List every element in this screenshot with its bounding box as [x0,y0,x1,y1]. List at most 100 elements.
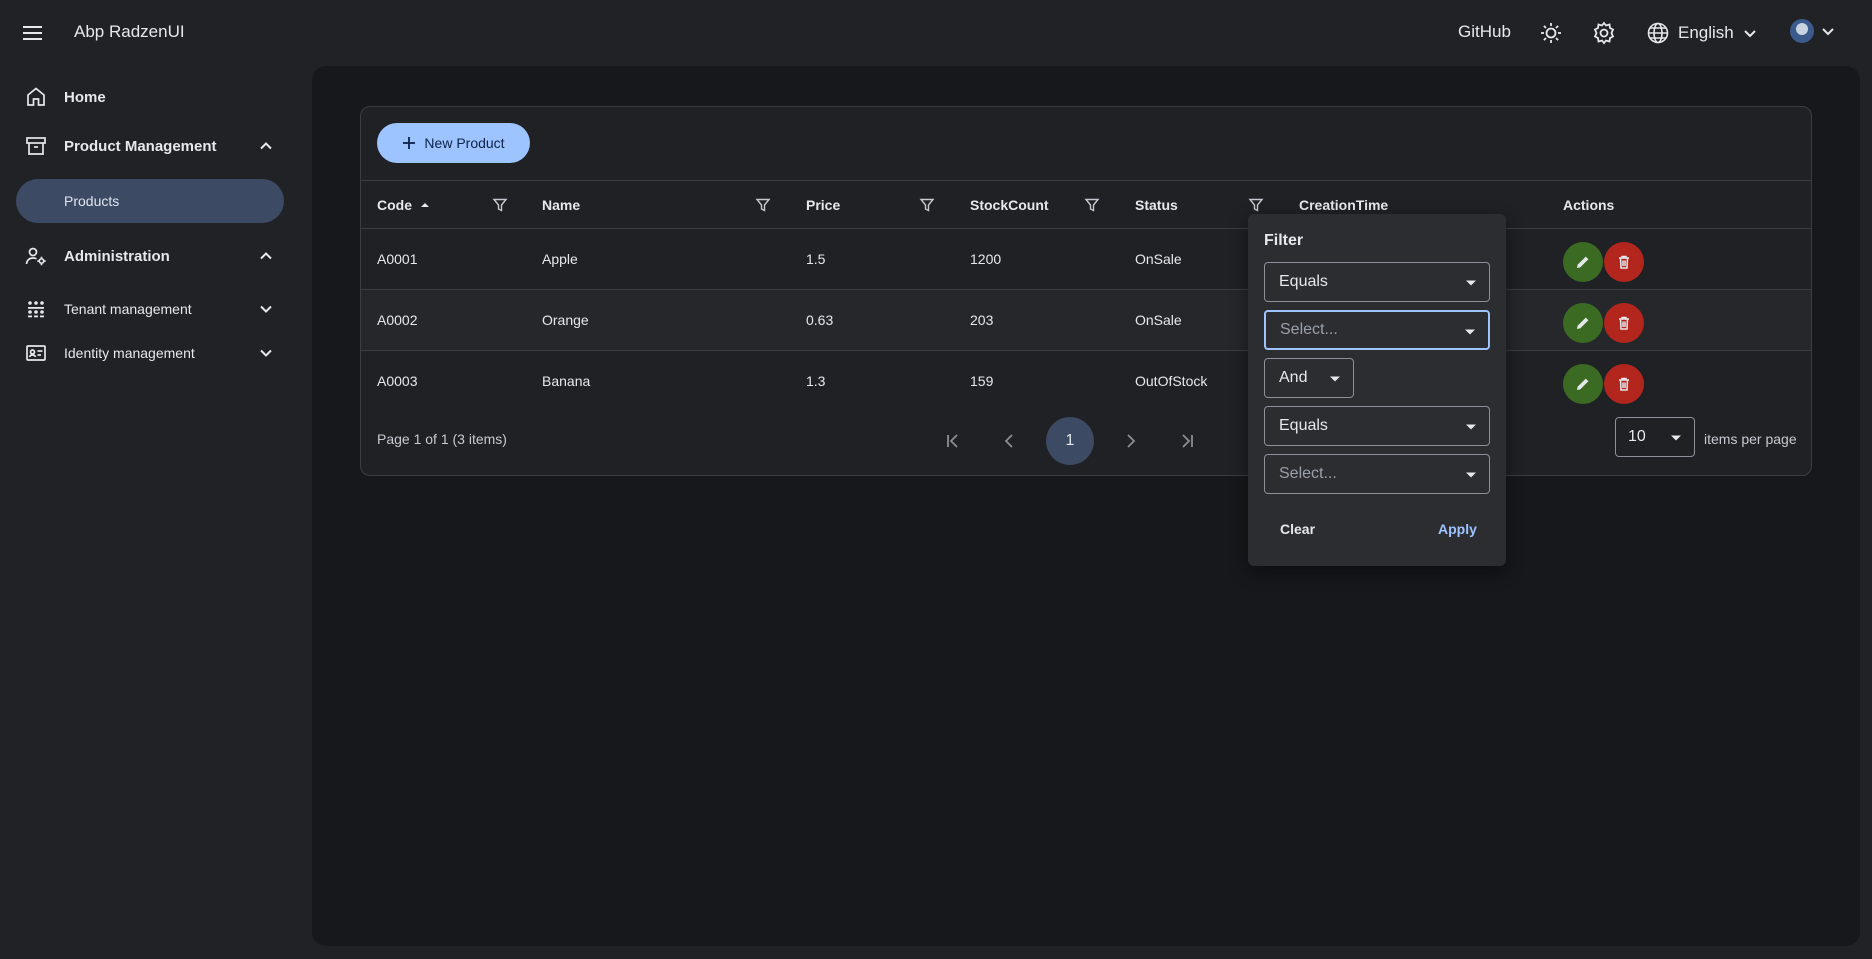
select-value: Equals [1279,273,1328,290]
column-header-price[interactable]: Price [806,181,840,229]
page-size-select[interactable]: 10 [1615,417,1695,457]
sidebar-item-label: Product Management [64,137,217,155]
select-value: Equals [1279,417,1328,434]
sidebar-item-identity-management[interactable]: Identity management [16,332,284,374]
filter-popup: Filter Equals Select... And Equals Selec… [1248,214,1506,566]
prev-page-icon[interactable] [997,429,1021,453]
edit-button[interactable] [1563,242,1603,282]
sidebar-item-products[interactable]: Products [16,179,284,223]
column-label: Status [1135,197,1178,213]
filter-value-2-select[interactable]: Select... [1264,454,1490,494]
next-page-icon[interactable] [1119,429,1143,453]
filter-icon[interactable] [492,197,508,213]
select-placeholder: Select... [1280,321,1338,338]
caret-down-icon [1465,471,1477,479]
caret-down-icon [1670,434,1682,442]
filter-title: Filter [1264,232,1304,249]
avatar [1790,19,1814,43]
chevron-down-icon [1820,23,1836,39]
cell-code: A0003 [377,373,418,389]
sidebar-item-product-management[interactable]: Product Management [16,125,284,167]
products-grid: Code Name Price StockCount Status Creati… [361,180,1811,412]
table-row[interactable]: A0001 Apple 1.5 1200 OnSale [361,229,1811,290]
column-header-code[interactable]: Code [377,181,430,229]
grid-header: Code Name Price StockCount Status Creati… [361,180,1811,229]
cell-stockcount: 1200 [970,251,1002,267]
archive-icon [24,134,48,158]
filter-icon[interactable] [755,197,771,213]
filter-icon[interactable] [1084,197,1100,213]
sidebar-item-home[interactable]: Home [16,76,284,118]
first-page-icon[interactable] [941,429,965,453]
new-product-button[interactable]: New Product [377,123,530,163]
sort-asc-icon [420,200,430,210]
column-label: Actions [1563,197,1615,213]
delete-button[interactable] [1604,364,1644,404]
column-header-name[interactable]: Name [542,181,580,229]
cell-name: Banana [542,373,591,389]
page-number-button[interactable]: 1 [1046,417,1094,465]
edit-button[interactable] [1563,364,1603,404]
caret-down-icon [1329,375,1341,383]
network-icon [24,297,48,321]
sidebar-item-administration[interactable]: Administration [16,235,284,277]
table-row[interactable]: A0002 Orange 0.63 203 OnSale [361,290,1811,351]
caret-down-icon [1464,328,1476,336]
chevron-up-icon [256,136,276,156]
column-label: Code [377,197,412,213]
select-placeholder: Select... [1279,465,1337,482]
gear-icon[interactable] [1591,20,1617,46]
filter-operator-1-select[interactable]: Equals [1264,262,1490,302]
filter-operator-2-select[interactable]: Equals [1264,406,1490,446]
language-selector[interactable]: English [1646,19,1758,47]
sidebar-item-label: Tenant management [64,301,192,317]
sidebar-item-label: Home [64,88,106,106]
cell-price: 0.63 [806,312,834,328]
sidebar-item-tenant-management[interactable]: Tenant management [16,288,284,330]
sun-icon[interactable] [1538,20,1564,46]
language-label: English [1678,23,1734,42]
table-row[interactable]: A0003 Banana 1.3 159 OutOfStock [361,351,1811,412]
edit-button[interactable] [1563,303,1603,343]
id-card-icon [24,341,48,365]
cell-name: Apple [542,251,578,267]
caret-down-icon [1465,423,1477,431]
filter-icon[interactable] [919,197,935,213]
trash-icon [1616,254,1632,270]
github-link[interactable]: GitHub [1458,22,1511,42]
column-label: StockCount [970,197,1049,213]
delete-button[interactable] [1604,303,1644,343]
filter-value-1-select[interactable]: Select... [1264,310,1490,350]
plus-icon [402,136,416,150]
column-label: Name [542,197,581,213]
sidebar-item-label: Products [64,193,120,209]
select-value: And [1279,369,1308,386]
cell-status: OutOfStock [1135,373,1208,389]
filter-logic-select[interactable]: And [1264,358,1354,398]
home-icon [24,85,48,109]
filter-apply-button[interactable]: Apply [1438,521,1477,537]
cell-code: A0002 [377,312,418,328]
filter-icon[interactable] [1248,197,1264,213]
column-header-status[interactable]: Status [1135,181,1178,229]
menu-icon[interactable] [22,23,44,43]
cell-price: 1.5 [806,251,826,267]
new-product-label: New Product [424,135,505,151]
delete-button[interactable] [1604,242,1644,282]
user-menu[interactable] [1790,19,1836,43]
filter-clear-button[interactable]: Clear [1280,521,1315,537]
products-card: New Product Code Name Price StockCount S… [360,106,1812,476]
caret-down-icon [1465,279,1477,287]
app-header: Abp RadzenUI GitHub English [0,0,1872,66]
page-size-label: items per page [1704,431,1797,447]
pencil-icon [1575,254,1591,270]
sidebar-item-label: Administration [64,247,170,265]
cell-status: OnSale [1135,251,1182,267]
globe-icon [1646,21,1670,45]
last-page-icon[interactable] [1175,429,1199,453]
cell-stockcount: 203 [970,312,994,328]
pencil-icon [1575,376,1591,392]
column-header-actions: Actions [1563,181,1614,229]
column-header-stockcount[interactable]: StockCount [970,181,1049,229]
cell-price: 1.3 [806,373,826,389]
